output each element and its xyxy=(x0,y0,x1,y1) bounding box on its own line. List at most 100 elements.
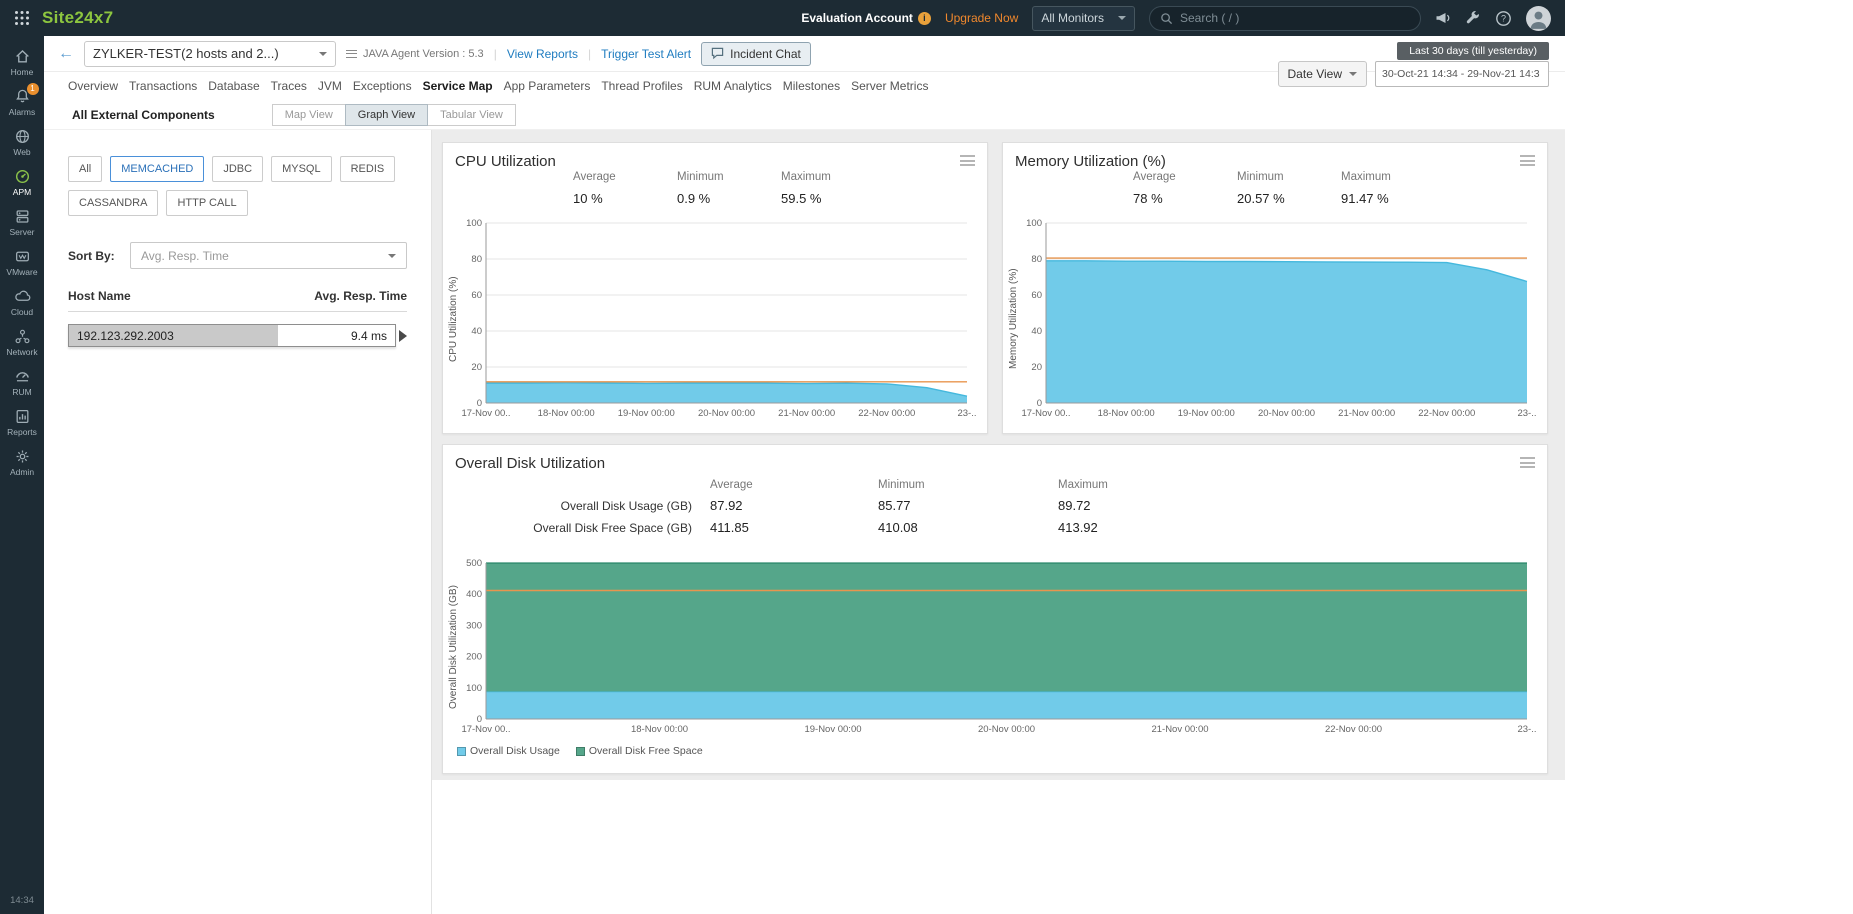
view-graph-view[interactable]: Graph View xyxy=(345,104,428,126)
date-view-button[interactable]: Date View xyxy=(1278,61,1367,87)
evaluation-account-label: Evaluation Account i xyxy=(801,11,931,25)
expand-arrow-icon[interactable] xyxy=(399,330,407,342)
tab-service-map[interactable]: Service Map xyxy=(423,79,493,93)
filter-memcached[interactable]: MEMCACHED xyxy=(110,156,204,182)
tab-jvm[interactable]: JVM xyxy=(318,79,342,93)
filter-redis[interactable]: REDIS xyxy=(340,156,396,182)
filter-cassandra[interactable]: CASSANDRA xyxy=(68,190,158,216)
card-title: Memory Utilization (%) xyxy=(1015,153,1166,170)
cloud-icon xyxy=(14,288,31,305)
stat-label: Minimum xyxy=(1237,171,1303,183)
tools-icon[interactable] xyxy=(1465,10,1481,26)
card-title: CPU Utilization xyxy=(455,153,556,170)
sidebar-item-alarms[interactable]: 1Alarms xyxy=(0,82,44,122)
svg-text:100: 100 xyxy=(466,683,482,694)
tab-traces[interactable]: Traces xyxy=(271,79,307,93)
svg-text:17-Nov 00..: 17-Nov 00.. xyxy=(1021,408,1070,419)
card-title: Overall Disk Utilization xyxy=(455,455,605,472)
svg-text:40: 40 xyxy=(471,326,482,337)
sort-by-dropdown[interactable]: Avg. Resp. Time xyxy=(130,242,407,269)
apps-grid-icon[interactable] xyxy=(14,10,30,26)
trigger-test-alert-link[interactable]: Trigger Test Alert xyxy=(601,47,691,61)
stat-label: Maximum xyxy=(1341,171,1407,183)
monitors-dropdown[interactable]: All Monitors xyxy=(1032,6,1135,31)
site24x7-logo: Site24x7 xyxy=(42,8,113,28)
sidebar-item-network[interactable]: Network xyxy=(0,322,44,362)
user-avatar[interactable] xyxy=(1526,6,1551,31)
view-tabular-view[interactable]: Tabular View xyxy=(427,104,516,126)
sidebar-item-vmware[interactable]: VMware xyxy=(0,242,44,282)
top-bar: Site24x7 Evaluation Account i Upgrade No… xyxy=(0,0,1565,36)
filter-mysql[interactable]: MYSQL xyxy=(271,156,332,182)
tab-rum-analytics[interactable]: RUM Analytics xyxy=(694,79,772,93)
view-reports-link[interactable]: View Reports xyxy=(507,47,578,61)
sidebar-item-admin[interactable]: Admin xyxy=(0,442,44,482)
sidebar-item-rum[interactable]: RUM xyxy=(0,362,44,402)
date-range-picker[interactable]: 30-Oct-21 14:34 - 29-Nov-21 14:3 xyxy=(1375,61,1549,87)
help-icon[interactable]: ? xyxy=(1495,10,1512,27)
upgrade-now-link[interactable]: Upgrade Now xyxy=(945,11,1018,25)
svg-text:21-Nov 00:00: 21-Nov 00:00 xyxy=(1151,724,1208,735)
avg-resp-time-value: 9.4 ms xyxy=(351,329,387,343)
search-box[interactable] xyxy=(1149,6,1421,31)
charts-area: CPU Utilization Average10 %Minimum0.9 %M… xyxy=(432,130,1565,914)
incident-chat-button[interactable]: Incident Chat xyxy=(701,42,811,66)
legend-swatch xyxy=(457,747,466,756)
stat-value: 20.57 % xyxy=(1237,191,1303,206)
svg-text:17-Nov 00..: 17-Nov 00.. xyxy=(461,724,510,735)
memory-chart: 02040608010017-Nov 00..18-Nov 00:0019-No… xyxy=(1020,217,1541,421)
info-icon[interactable]: i xyxy=(918,12,931,25)
host-row[interactable]: 192.123.292.2003 9.4 ms xyxy=(68,324,407,347)
legend-swatch xyxy=(576,747,585,756)
monitor-selector-dropdown[interactable]: ZYLKER-TEST(2 hosts and 2...) xyxy=(84,41,336,67)
tab-transactions[interactable]: Transactions xyxy=(129,79,197,93)
chart-menu-icon[interactable] xyxy=(1520,155,1535,166)
chevron-down-icon xyxy=(388,254,396,258)
svg-text:20-Nov 00:00: 20-Nov 00:00 xyxy=(978,724,1035,735)
tab-server-metrics[interactable]: Server Metrics xyxy=(851,79,928,93)
svg-text:20-Nov 00:00: 20-Nov 00:00 xyxy=(698,408,755,419)
server-icon xyxy=(14,208,31,225)
sidebar-item-server[interactable]: Server xyxy=(0,202,44,242)
tab-thread-profiles[interactable]: Thread Profiles xyxy=(601,79,682,93)
app-window: Site24x7 Evaluation Account i Upgrade No… xyxy=(0,0,1565,914)
sidebar-item-home[interactable]: Home xyxy=(0,42,44,82)
chart-menu-icon[interactable] xyxy=(1520,457,1535,468)
stat-label: Average xyxy=(573,171,639,183)
svg-text:23-..: 23-.. xyxy=(1517,724,1536,735)
tab-app-parameters[interactable]: App Parameters xyxy=(504,79,591,93)
stat: Average10 % xyxy=(573,171,639,206)
svg-text:22-Nov 00:00: 22-Nov 00:00 xyxy=(1325,724,1382,735)
svg-text:20: 20 xyxy=(471,362,482,373)
sidebar-item-reports[interactable]: Reports xyxy=(0,402,44,442)
svg-text:60: 60 xyxy=(471,290,482,301)
sidebar-item-label: Cloud xyxy=(11,307,33,317)
filter-all[interactable]: All xyxy=(68,156,102,182)
tab-overview[interactable]: Overview xyxy=(68,79,118,93)
tab-milestones[interactable]: Milestones xyxy=(783,79,840,93)
host-name: 192.123.292.2003 xyxy=(77,329,174,343)
svg-text:400: 400 xyxy=(466,589,482,600)
tab-database[interactable]: Database xyxy=(208,79,259,93)
sidebar-item-cloud[interactable]: Cloud xyxy=(0,282,44,322)
sidebar-item-apm[interactable]: APM xyxy=(0,162,44,202)
host-list-header: Host Name Avg. Resp. Time xyxy=(68,289,407,312)
sidebar-item-label: Home xyxy=(11,67,34,77)
announcements-icon[interactable] xyxy=(1435,10,1451,26)
stat: Minimum 20.57 % xyxy=(1237,171,1303,206)
tab-exceptions[interactable]: Exceptions xyxy=(353,79,412,93)
filter-http-call[interactable]: HTTP CALL xyxy=(166,190,247,216)
chart-menu-icon[interactable] xyxy=(960,155,975,166)
filter-jdbc[interactable]: JDBC xyxy=(212,156,263,182)
components-panel: All MEMCACHED JDBC MYSQL REDIS CASSANDRA HTTP … xyxy=(44,130,432,914)
search-input[interactable] xyxy=(1180,11,1410,25)
svg-text:40: 40 xyxy=(1031,326,1042,337)
svg-text:500: 500 xyxy=(466,558,482,569)
view-map-view[interactable]: Map View xyxy=(272,104,346,126)
stat: Maximum91.47 % xyxy=(1341,171,1407,206)
host-bar[interactable]: 192.123.292.2003 9.4 ms xyxy=(68,324,396,347)
sidebar-item-web[interactable]: Web xyxy=(0,122,44,162)
back-arrow-icon[interactable]: ← xyxy=(58,46,74,62)
memory-utilization-card: Memory Utilization (%) Average78 %Minimu… xyxy=(1002,142,1548,434)
cpu-stats: Average10 %Minimum0.9 %Maximum59.5 % xyxy=(573,171,847,206)
